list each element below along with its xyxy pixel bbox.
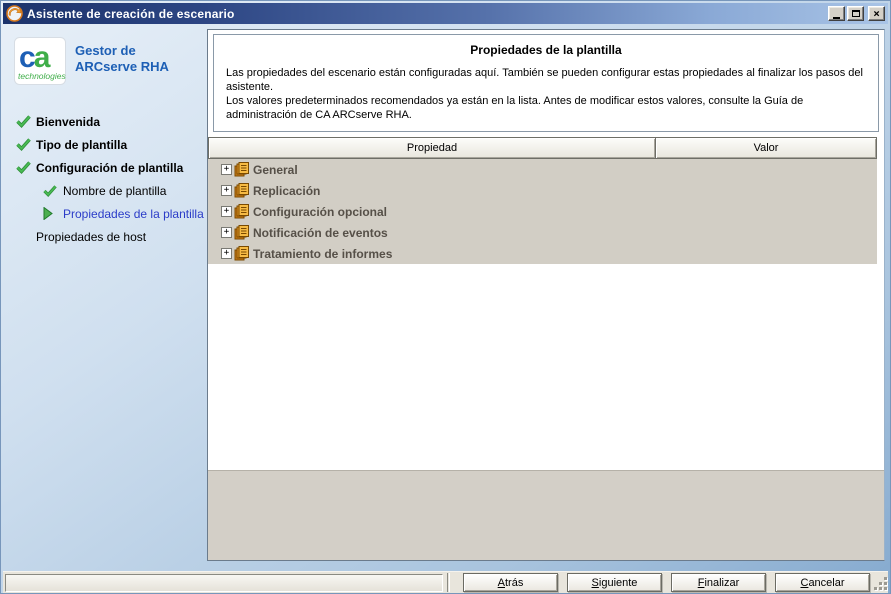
panel-footer bbox=[208, 470, 884, 560]
description-line-2: Los valores predeterminados recomendados… bbox=[226, 95, 804, 121]
step-propiedades-de-host: Propiedades de host bbox=[36, 229, 147, 244]
cancel-button[interactable]: Cancelar bbox=[775, 573, 870, 592]
wizard-steps: Bienvenida Tipo de plantilla Configuraci… bbox=[3, 110, 207, 248]
description-line-1: Las propiedades del escenario están conf… bbox=[226, 67, 863, 93]
check-icon bbox=[16, 138, 32, 152]
tree-row-configuracion-opcional[interactable]: + Configuración opcional bbox=[208, 201, 877, 222]
expand-icon[interactable]: + bbox=[221, 227, 232, 238]
maximize-button[interactable] bbox=[847, 6, 864, 21]
step-propiedades-de-la-plantilla: Propiedades de la plantilla bbox=[3, 202, 207, 225]
current-step-arrow-icon bbox=[43, 207, 59, 221]
app-name: Gestor de ARCserve RHA bbox=[75, 43, 169, 74]
property-group-icon bbox=[234, 225, 249, 240]
window-title: Asistente de creación de escenario bbox=[27, 6, 235, 21]
titlebar[interactable]: Asistente de creación de escenario × bbox=[3, 3, 888, 24]
minimize-button[interactable] bbox=[828, 6, 845, 21]
property-grid-header: Propiedad Valor bbox=[208, 137, 877, 159]
step-configuracion-de-plantilla: Configuración de plantilla bbox=[3, 156, 207, 179]
property-tree: + General + Replicación + Configuración … bbox=[208, 159, 877, 264]
property-group-icon bbox=[234, 162, 249, 177]
property-group-icon bbox=[234, 183, 249, 198]
next-button[interactable]: Siguiente bbox=[567, 573, 662, 592]
page-title: Propiedades de la plantilla bbox=[470, 43, 622, 57]
resize-grip[interactable] bbox=[874, 577, 888, 591]
expand-icon[interactable]: + bbox=[221, 206, 232, 217]
status-message-panel bbox=[5, 574, 443, 592]
wizard-window: Asistente de creación de escenario × ca … bbox=[0, 0, 891, 594]
expand-icon[interactable]: + bbox=[221, 248, 232, 259]
check-icon bbox=[43, 184, 59, 198]
step-nombre-de-plantilla: Nombre de plantilla bbox=[3, 179, 207, 202]
sidebar: ca technologies Gestor de ARCserve RHA B… bbox=[3, 24, 207, 561]
description-box: Propiedades de la plantilla Las propieda… bbox=[213, 34, 879, 132]
ca-technologies-logo: ca technologies bbox=[14, 37, 66, 85]
tree-row-tratamiento-de-informes[interactable]: + Tratamiento de informes bbox=[208, 243, 877, 264]
app-icon bbox=[6, 5, 23, 22]
check-icon bbox=[16, 161, 32, 175]
finish-button[interactable]: Finalizar bbox=[671, 573, 766, 592]
close-button[interactable]: × bbox=[868, 6, 885, 21]
property-group-icon bbox=[234, 246, 249, 261]
check-icon bbox=[16, 115, 32, 129]
step-bienvenida: Bienvenida bbox=[3, 110, 207, 133]
expand-icon[interactable]: + bbox=[221, 185, 232, 196]
tree-row-notificacion-de-eventos[interactable]: + Notificación de eventos bbox=[208, 222, 877, 243]
back-button[interactable]: Atrás bbox=[463, 573, 558, 592]
maximize-icon bbox=[851, 10, 860, 17]
tree-row-replicacion[interactable]: + Replicación bbox=[208, 180, 877, 201]
svg-text:ca: ca bbox=[19, 41, 51, 74]
property-group-icon bbox=[234, 204, 249, 219]
status-bar: Atrás Siguiente Finalizar Cancelar bbox=[3, 571, 888, 593]
close-icon: × bbox=[873, 6, 880, 20]
column-header-valor[interactable]: Valor bbox=[655, 137, 877, 159]
step-tipo-de-plantilla: Tipo de plantilla bbox=[3, 133, 207, 156]
expand-icon[interactable]: + bbox=[221, 164, 232, 175]
minimize-icon bbox=[833, 16, 840, 19]
column-header-propiedad[interactable]: Propiedad bbox=[208, 137, 656, 159]
toolbar-separator bbox=[447, 573, 450, 592]
svg-text:technologies: technologies bbox=[18, 71, 66, 81]
main-panel: Propiedades de la plantilla Las propieda… bbox=[207, 29, 885, 561]
tree-row-general[interactable]: + General bbox=[208, 159, 877, 180]
